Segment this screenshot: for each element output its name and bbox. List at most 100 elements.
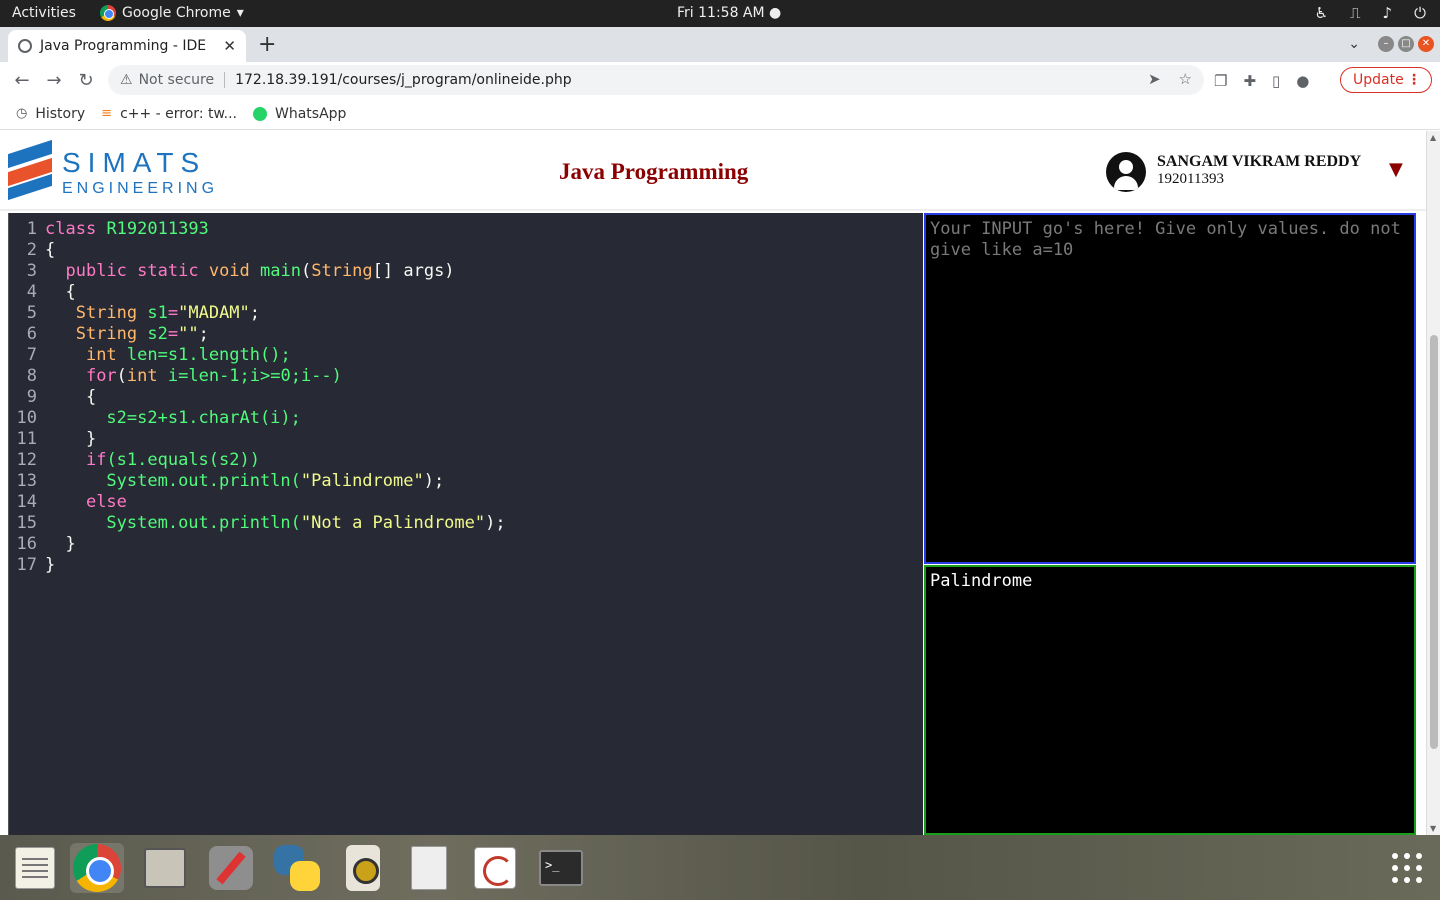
code-line[interactable]: 6 String s2=""; (9, 324, 209, 345)
output-text: Palindrome (930, 571, 1033, 591)
show-applications-icon[interactable] (1392, 853, 1422, 883)
code-line[interactable]: 17} (9, 555, 56, 576)
code-line[interactable]: 14 else (9, 492, 127, 513)
dock-text-editor[interactable] (8, 843, 62, 893)
scroll-down-icon[interactable]: ▼ (1430, 824, 1436, 833)
code-line[interactable]: 1 class R192011393 (9, 219, 209, 240)
dock-python[interactable] (270, 843, 324, 893)
clock[interactable]: Fri 11:58 AM ● (677, 5, 781, 21)
line-number: 12 (16, 450, 37, 470)
code-token: { (65, 282, 76, 302)
code-line[interactable]: 13 System.out.println("Palindrome"); (9, 471, 445, 492)
reload-icon[interactable]: ↻ (70, 70, 102, 91)
line-number: 5 (26, 303, 37, 323)
copy-extension-icon[interactable]: ❐ (1214, 72, 1227, 90)
side-panel-icon[interactable]: ▯ (1272, 72, 1280, 90)
browser-toolbar: ← → ↻ ⚠ Not secure 172.18.39.191/courses… (0, 62, 1440, 98)
bookmark-cpp-error[interactable]: ≡ c++ - error: tw... (101, 106, 237, 122)
code-token: s2=s2+s1.charAt(i); (106, 408, 301, 428)
volume-icon[interactable]: ♪ (1383, 4, 1393, 22)
dock-pdf-viewer[interactable] (468, 843, 522, 893)
new-tab-button[interactable]: + (258, 32, 276, 57)
scrollbar-thumb[interactable] (1430, 335, 1438, 749)
system-tray[interactable]: ♿ ⎍ ♪ ⏻ (1315, 4, 1426, 22)
tab-java-ide[interactable]: Java Programming - IDE ✕ (8, 30, 246, 62)
code-line[interactable]: 2{ (9, 240, 56, 261)
activities-button[interactable]: Activities (12, 5, 76, 21)
terminal-icon: >_ (539, 850, 583, 886)
code-token: =s1.length(); (157, 345, 291, 365)
send-icon[interactable]: ➤ (1148, 70, 1161, 88)
tab-search-icon[interactable]: ⌄ (1348, 36, 1360, 52)
code-line[interactable]: 4 { (9, 282, 76, 303)
chrome-icon (73, 844, 121, 892)
back-icon[interactable]: ← (6, 70, 38, 91)
code-line[interactable]: 12 if(s1.equals(s2)) (9, 450, 260, 471)
bookmark-history[interactable]: ◷ History (16, 106, 85, 122)
line-number: 11 (16, 429, 37, 449)
power-icon[interactable]: ⏻ (1414, 4, 1426, 22)
dock-files[interactable] (138, 843, 192, 893)
security-label[interactable]: Not secure (139, 72, 215, 88)
document-icon (411, 846, 447, 890)
close-tab-icon[interactable]: ✕ (223, 37, 236, 55)
simats-logo-icon[interactable] (8, 139, 52, 201)
user-id: 192011393 (1157, 171, 1224, 187)
code-line[interactable]: 7 int len=s1.length(); (9, 345, 291, 366)
stackoverflow-icon: ≡ (101, 106, 113, 121)
code-token: "MADAM" (178, 303, 250, 323)
code-line[interactable]: 5 String s1="MADAM"; (9, 303, 260, 324)
logo-text-bottom: ENGINEERING (62, 180, 219, 197)
network-icon[interactable]: ⎍ (1350, 4, 1361, 22)
menu-dots-icon[interactable]: ⋮ (1407, 72, 1421, 88)
files-icon (144, 848, 186, 888)
dock-document[interactable] (402, 843, 456, 893)
code-line[interactable]: 16 } (9, 534, 76, 555)
close-window-button[interactable]: ✕ (1418, 36, 1434, 52)
code-token: "Palindrome" (300, 471, 424, 491)
warning-icon[interactable]: ⚠ (120, 72, 133, 88)
profile-icon[interactable]: ● (1296, 72, 1309, 90)
history-icon: ◷ (16, 106, 28, 121)
user-menu-caret-icon[interactable]: ▼ (1389, 159, 1403, 180)
tab-title: Java Programming - IDE (40, 38, 207, 54)
chrome-icon (100, 5, 116, 21)
line-number: 1 (26, 219, 37, 239)
dock-tools[interactable] (204, 843, 258, 893)
bookmark-star-icon[interactable]: ☆ (1179, 70, 1192, 88)
url-text[interactable]: 172.18.39.191/courses/j_program/onlineid… (235, 72, 572, 88)
address-bar[interactable]: ⚠ Not secure 172.18.39.191/courses/j_pro… (108, 65, 1204, 95)
puzzle-icon[interactable]: ✚ (1243, 72, 1256, 90)
code-line[interactable]: 9 { (9, 387, 96, 408)
dock-terminal[interactable]: >_ (534, 843, 588, 893)
code-line[interactable]: 3 public static void main(String[] args) (9, 261, 455, 282)
accessibility-icon[interactable]: ♿ (1315, 4, 1328, 22)
bookmark-whatsapp[interactable]: WhatsApp (253, 106, 346, 122)
user-avatar-icon[interactable] (1106, 152, 1146, 192)
code-line[interactable]: 8 for(int i=len-1;i>=0;i--) (9, 366, 342, 387)
code-line[interactable]: 10 s2=s2+s1.charAt(i); (9, 408, 301, 429)
chevron-down-icon: ▾ (236, 5, 244, 21)
code-editor[interactable]: 1 class R192011393 2{ 3 public static voi… (8, 213, 923, 835)
bookmarks-bar: ◷ History ≡ c++ - error: tw... WhatsApp (0, 98, 1440, 130)
dock-chrome[interactable] (70, 843, 124, 893)
code-token: ); (423, 471, 445, 491)
user-name: SANGAM VIKRAM REDDY (1157, 153, 1362, 170)
forward-icon[interactable]: → (38, 70, 70, 91)
code-token: for (85, 366, 117, 386)
dock-audio-player[interactable] (336, 843, 390, 893)
page-scrollbar[interactable]: ▲ ▼ (1426, 131, 1440, 835)
minimize-button[interactable]: – (1378, 36, 1394, 52)
code-token: len (126, 345, 158, 365)
update-button[interactable]: Update ⋮ (1340, 67, 1432, 93)
scroll-up-icon[interactable]: ▲ (1430, 133, 1436, 142)
code-line[interactable]: 11 } (9, 429, 97, 450)
line-number: 13 (16, 471, 37, 491)
code-token: void (208, 261, 250, 281)
app-menu[interactable]: Google Chrome ▾ (100, 5, 244, 21)
line-number: 15 (16, 513, 37, 533)
line-number: 16 (16, 534, 37, 554)
program-input-textarea[interactable]: Your INPUT go's here! Give only values. … (924, 213, 1416, 564)
code-line[interactable]: 15 System.out.println("Not a Palindrome"… (9, 513, 506, 534)
maximize-button[interactable]: □ (1398, 36, 1414, 52)
